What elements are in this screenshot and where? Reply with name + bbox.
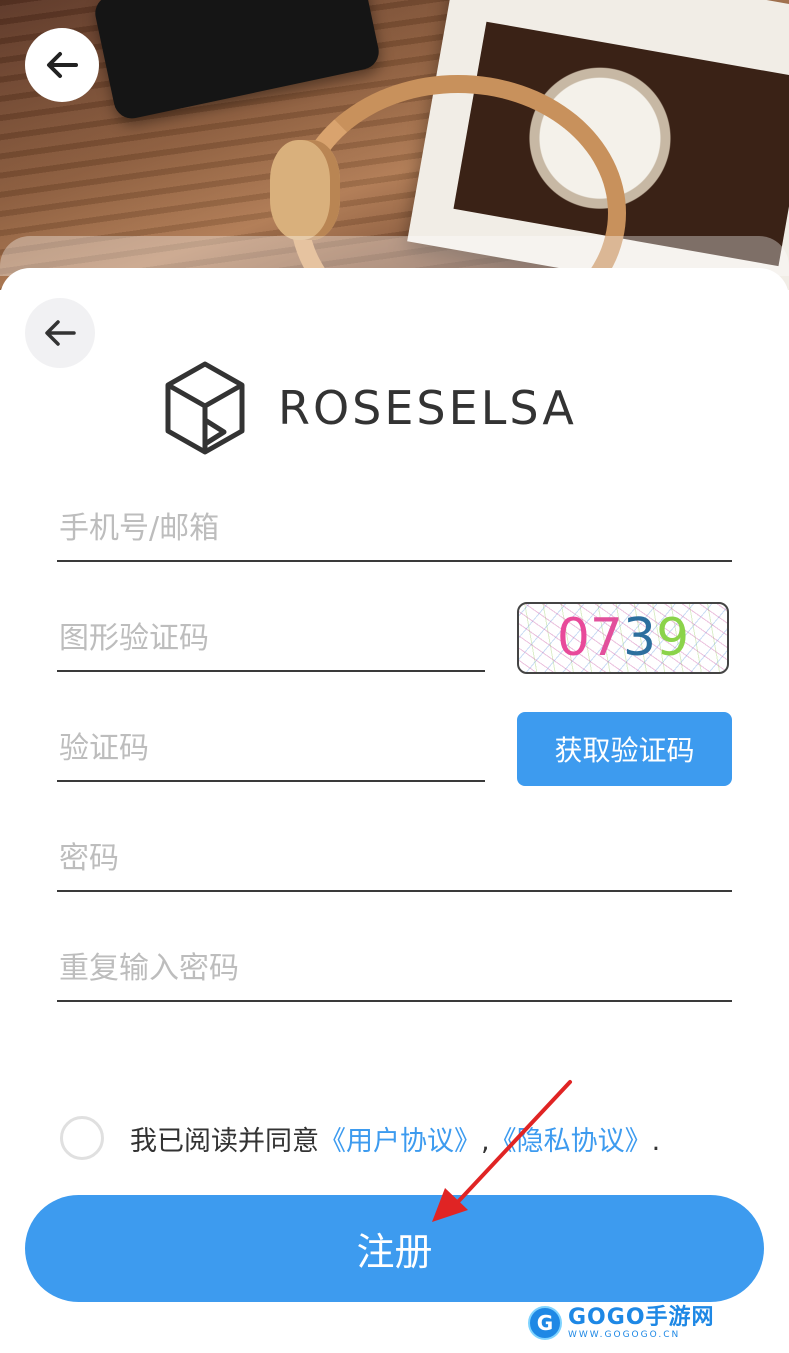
verification-code-input[interactable] (57, 728, 485, 782)
captcha-digit: 3 (623, 608, 657, 668)
captcha-image[interactable]: 0 7 3 9 (517, 602, 729, 674)
captcha-digit: 7 (589, 608, 623, 668)
hero-back-button[interactable] (25, 28, 99, 102)
watermark-text: GOGO手游网 WWW.GOGOGO.CN (568, 1304, 715, 1340)
agreement-radio[interactable] (60, 1116, 104, 1160)
brand-logo: ROSESELSA (162, 360, 577, 456)
confirm-password-input[interactable] (57, 948, 732, 1002)
watermark-logo: G GOGO手游网 WWW.GOGOGO.CN (528, 1306, 715, 1340)
watermark-main: GOGO手游网 (568, 1304, 715, 1330)
watermark-sub: WWW.GOGOGO.CN (568, 1329, 681, 1340)
gogo-logo-icon: G (528, 1306, 562, 1340)
captcha-digit: 0 (556, 608, 590, 668)
headphone-earcup-image (270, 140, 340, 240)
get-code-button[interactable]: 获取验证码 (517, 712, 732, 786)
agreement-separator: , (481, 1125, 490, 1157)
agreement-suffix: . (651, 1125, 661, 1157)
agreement-prefix: 我已阅读并同意 (130, 1125, 319, 1157)
arrow-left-icon (47, 52, 78, 78)
image-captcha-input[interactable] (57, 618, 485, 672)
phone-email-input[interactable] (57, 508, 732, 562)
password-input[interactable] (57, 838, 732, 892)
agreement-text: 我已阅读并同意《用户协议》,《隐私协议》. (130, 1119, 660, 1158)
arrow-left-icon (45, 320, 76, 346)
register-button[interactable]: 注册 (25, 1195, 764, 1302)
captcha-digit: 9 (656, 608, 690, 668)
card-back-button[interactable] (25, 298, 95, 368)
user-agreement-link[interactable]: 《用户协议》 (319, 1126, 481, 1157)
brand-name: ROSESELSA (278, 381, 577, 435)
privacy-agreement-link[interactable]: 《隐私协议》 (490, 1126, 652, 1157)
hexagon-logo-icon (165, 361, 245, 455)
phone-image (91, 0, 383, 122)
agreement-row: 我已阅读并同意《用户协议》,《隐私协议》. (60, 1116, 660, 1160)
